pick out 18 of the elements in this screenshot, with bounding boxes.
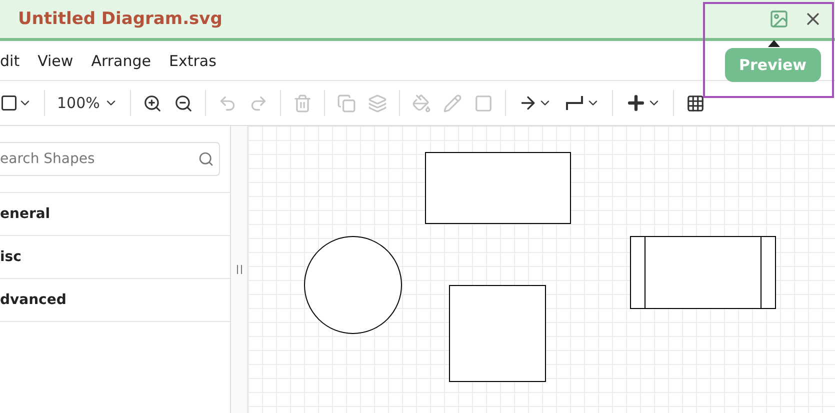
format-icon[interactable]	[0, 94, 32, 112]
menu-item[interactable]: View	[38, 52, 74, 70]
zoom-in-icon[interactable]	[142, 94, 162, 112]
preview-tooltip: Preview	[725, 48, 821, 82]
search-field[interactable]: earch Shapes	[0, 142, 220, 176]
zoom-dropdown[interactable]: 100%	[57, 94, 118, 112]
shape-section-header[interactable]: dvanced	[0, 278, 230, 322]
table-icon[interactable]	[686, 94, 705, 112]
search-icon[interactable]	[198, 151, 214, 167]
image-icon[interactable]	[769, 9, 789, 29]
zoom-out-icon[interactable]	[174, 94, 193, 112]
connector-icon[interactable]	[564, 93, 600, 113]
shape-section-header[interactable]: isc	[0, 235, 230, 278]
menu-item[interactable]: dit	[0, 52, 20, 70]
menu-item[interactable]: Extras	[168, 52, 216, 70]
menu-item[interactable]: Arrange	[91, 52, 151, 70]
shape-section-header[interactable]: eneral	[0, 192, 230, 235]
tab-title[interactable]: Untitled Diagram.svg	[18, 9, 755, 29]
